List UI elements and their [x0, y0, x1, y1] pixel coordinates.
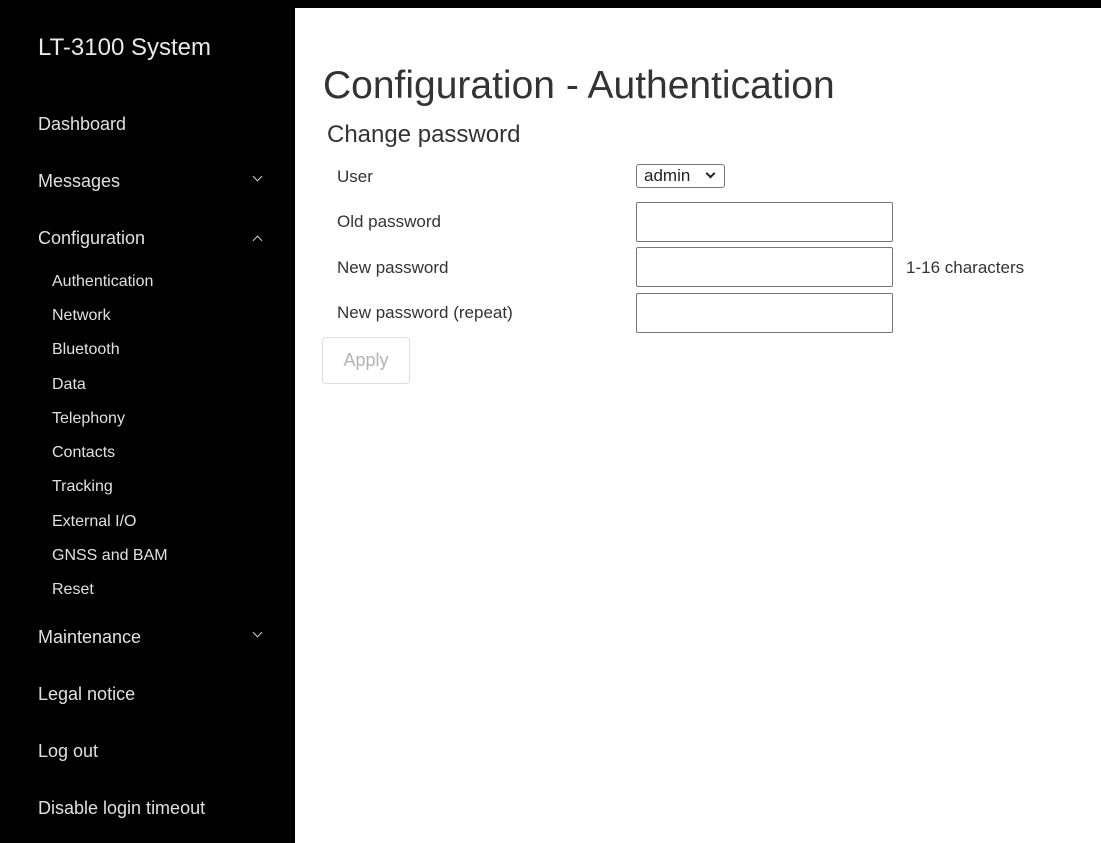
sidebar-item-legal-notice[interactable]: Legal notice	[38, 684, 268, 710]
top-border	[0, 0, 1101, 8]
section-title: Change password	[327, 121, 521, 148]
sidebar-subitem-gnss-and-bam[interactable]: GNSS and BAM	[52, 547, 168, 565]
sidebar-subitem-authentication[interactable]: Authentication	[52, 273, 153, 291]
sidebar-subitem-tracking[interactable]: Tracking	[52, 478, 113, 496]
old-password-label: Old password	[337, 212, 441, 231]
sidebar-item-log-out[interactable]: Log out	[38, 741, 268, 767]
user-select-value: admin	[644, 166, 691, 185]
sidebar-item-label: Dashboard	[38, 114, 127, 134]
sidebar-item-label: Legal notice	[38, 684, 136, 704]
chevron-down-icon	[252, 171, 263, 182]
sidebar-subitem-telephony[interactable]: Telephony	[52, 410, 125, 428]
new-password-field[interactable]	[636, 247, 893, 287]
new-password-label: New password	[337, 258, 449, 277]
user-label: User	[337, 167, 373, 186]
main-content: Configuration - Authentication Change pa…	[295, 8, 1101, 843]
sidebar: LT-3100 System Dashboard Messages Config…	[0, 8, 295, 843]
new-password-repeat-field[interactable]	[636, 293, 893, 333]
sidebar-subitem-network[interactable]: Network	[52, 307, 111, 325]
chevron-up-icon	[252, 235, 263, 246]
page-title: Configuration - Authentication	[323, 64, 835, 107]
sidebar-subitem-contacts[interactable]: Contacts	[52, 444, 115, 462]
brand-title: LT-3100 System	[38, 34, 211, 61]
user-select[interactable]: admin	[636, 164, 725, 188]
sidebar-item-configuration[interactable]: Configuration	[38, 228, 268, 254]
sidebar-item-label: Maintenance	[38, 627, 142, 647]
sidebar-item-dashboard[interactable]: Dashboard	[38, 114, 268, 140]
sidebar-subitem-external-io[interactable]: External I/O	[52, 513, 136, 531]
sidebar-item-label: Configuration	[38, 228, 146, 248]
sidebar-item-label: Disable login timeout	[38, 798, 206, 818]
sidebar-item-disable-login-timeout[interactable]: Disable login timeout	[38, 798, 268, 824]
new-password-hint: 1-16 characters	[906, 258, 1025, 277]
old-password-field[interactable]	[636, 202, 893, 242]
chevron-down-icon	[252, 627, 263, 638]
sidebar-subitem-data[interactable]: Data	[52, 376, 86, 394]
sidebar-item-maintenance[interactable]: Maintenance	[38, 627, 268, 653]
sidebar-subitem-bluetooth[interactable]: Bluetooth	[52, 341, 120, 359]
select-arrow-icon	[705, 168, 716, 179]
new-password-repeat-label: New password (repeat)	[337, 303, 513, 322]
apply-button[interactable]: Apply	[322, 337, 410, 384]
sidebar-item-label: Messages	[38, 171, 121, 191]
sidebar-item-messages[interactable]: Messages	[38, 171, 268, 197]
sidebar-subitem-reset[interactable]: Reset	[52, 581, 94, 599]
sidebar-item-label: Log out	[38, 741, 99, 761]
